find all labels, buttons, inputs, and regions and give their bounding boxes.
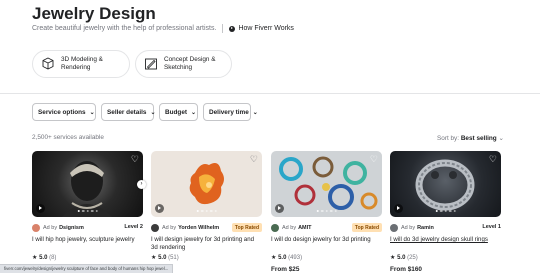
rating-value: 5.0 bbox=[397, 255, 406, 261]
filter-label: Delivery time bbox=[209, 108, 249, 116]
play-video-icon[interactable] bbox=[394, 204, 403, 213]
review-count: (8) bbox=[49, 255, 57, 261]
results-count: 2,500+ services available bbox=[32, 134, 104, 141]
seller-name[interactable]: Yorden Wilhelm bbox=[178, 225, 219, 231]
play-circle-icon bbox=[229, 25, 236, 32]
gig-title[interactable]: I will design jewelry for 3d printing an… bbox=[151, 236, 262, 252]
chevron-down-icon: ⌄ bbox=[191, 109, 197, 116]
review-count: (493) bbox=[288, 255, 303, 261]
gig-card[interactable]: ♡ Ad by Yorden Wilhelm Top Rated I will … bbox=[151, 151, 262, 273]
gig-card[interactable]: ♡ Ad by AMIT Top Rated I will do design … bbox=[271, 151, 382, 273]
filter-budget[interactable]: Budget ⌄ bbox=[159, 103, 198, 121]
seller-row: Ad by Dsignism Level 2 bbox=[32, 223, 143, 233]
pencil-sketch-icon bbox=[142, 55, 160, 73]
gig-price: From $25 bbox=[271, 266, 300, 273]
avatar[interactable] bbox=[151, 224, 159, 232]
page-subtitle: Create beautiful jewelry with the help o… bbox=[32, 25, 217, 32]
filter-label: Budget bbox=[165, 108, 188, 116]
play-video-icon[interactable] bbox=[36, 204, 45, 213]
sort-value: Best selling bbox=[460, 135, 497, 142]
review-count: (51) bbox=[168, 255, 179, 261]
seller-name[interactable]: Dsignism bbox=[59, 225, 84, 231]
seller-row: Ad by AMIT Top Rated bbox=[271, 223, 382, 233]
gig-title[interactable]: I will do 3d jewelry design skull rings bbox=[390, 236, 501, 244]
ad-label: Ad by bbox=[43, 225, 58, 231]
seller-name[interactable]: AMIT bbox=[298, 225, 311, 231]
rating-value: 5.0 bbox=[39, 255, 48, 261]
play-video-icon[interactable] bbox=[275, 204, 284, 213]
gig-thumbnail[interactable]: ♡ bbox=[32, 151, 143, 217]
star-icon: ★ bbox=[151, 255, 157, 261]
rating-value: 5.0 bbox=[278, 255, 287, 261]
top-rated-badge: Top Rated bbox=[231, 223, 262, 232]
how-fiverr-works-link[interactable]: How Fiverr Works bbox=[229, 25, 294, 32]
sort-label: Sort by: bbox=[437, 135, 460, 142]
heart-icon[interactable]: ♡ bbox=[131, 155, 139, 164]
review-count: (25) bbox=[407, 255, 418, 261]
gig-thumbnail[interactable]: ♡ bbox=[390, 151, 501, 217]
chevron-down-icon: ⌄ bbox=[252, 109, 258, 116]
chevron-right-icon[interactable]: › bbox=[137, 180, 146, 189]
seller-level: Level 1 bbox=[482, 224, 501, 230]
category-label: Concept Design & Sketching bbox=[164, 56, 216, 71]
filter-label: Service options bbox=[38, 108, 86, 116]
avatar[interactable] bbox=[32, 224, 40, 232]
carousel-dots bbox=[435, 209, 456, 212]
filter-label: Seller details bbox=[107, 108, 147, 116]
subtitle-row: Create beautiful jewelry with the help o… bbox=[32, 24, 294, 33]
seller-level: Level 2 bbox=[124, 224, 143, 230]
category-3d-modeling[interactable]: 3D Modeling & Rendering bbox=[32, 50, 130, 78]
filter-delivery-time[interactable]: Delivery time ⌄ bbox=[203, 103, 258, 121]
cube-icon bbox=[39, 55, 57, 73]
gig-rating: ★ 5.0 (493) bbox=[271, 254, 302, 261]
star-icon: ★ bbox=[390, 255, 396, 261]
gig-thumbnail[interactable]: ♡ bbox=[271, 151, 382, 217]
gig-thumbnail[interactable]: ♡ bbox=[151, 151, 262, 217]
sort-dropdown[interactable]: Sort by: Best selling ⌄ bbox=[437, 134, 504, 142]
gig-rating: ★ 5.0 (51) bbox=[151, 254, 179, 261]
gig-card[interactable]: ♡ Ad by Dsignism Level 2 I will hip hop … bbox=[32, 151, 143, 273]
seller-name[interactable]: Ramin bbox=[417, 225, 434, 231]
carousel-dots bbox=[196, 209, 217, 212]
play-video-icon[interactable] bbox=[155, 204, 164, 213]
heart-icon[interactable]: ♡ bbox=[489, 155, 497, 164]
ad-label: Ad by bbox=[282, 225, 297, 231]
page-title: Jewelry Design bbox=[32, 4, 156, 23]
gig-price: From $160 bbox=[390, 266, 422, 273]
gig-card[interactable]: ♡ Ad by Ramin Level 1 I will do 3d jewel… bbox=[390, 151, 501, 273]
chevron-down-icon: ⌄ bbox=[150, 109, 156, 116]
rating-value: 5.0 bbox=[158, 255, 167, 261]
star-icon: ★ bbox=[32, 255, 38, 261]
gig-title[interactable]: I will hip hop jewelry, sculpture jewelr… bbox=[32, 236, 143, 244]
category-concept-design[interactable]: Concept Design & Sketching bbox=[135, 50, 232, 78]
status-bar-url: fiverr.com/jewelry/design/jewelry sculpt… bbox=[0, 264, 174, 273]
chevron-down-icon: ⌄ bbox=[498, 135, 504, 142]
carousel-dots bbox=[77, 209, 98, 212]
divider bbox=[222, 24, 224, 33]
category-label: 3D Modeling & Rendering bbox=[61, 56, 103, 71]
seller-row: Ad by Yorden Wilhelm Top Rated bbox=[151, 223, 262, 233]
seller-row: Ad by Ramin Level 1 bbox=[390, 223, 501, 233]
avatar[interactable] bbox=[271, 224, 279, 232]
divider bbox=[0, 93, 540, 94]
gig-rating: ★ 5.0 (25) bbox=[390, 254, 418, 261]
chevron-down-icon: ⌄ bbox=[89, 109, 95, 116]
how-link-label: How Fiverr Works bbox=[238, 25, 294, 32]
ad-label: Ad by bbox=[401, 225, 416, 231]
ad-label: Ad by bbox=[162, 225, 177, 231]
carousel-dots bbox=[316, 209, 337, 212]
heart-icon[interactable]: ♡ bbox=[250, 155, 258, 164]
filter-seller-details[interactable]: Seller details ⌄ bbox=[101, 103, 156, 121]
gig-title[interactable]: I will do design jewelry for 3d printing bbox=[271, 236, 382, 244]
heart-icon[interactable]: ♡ bbox=[370, 155, 378, 164]
gig-rating: ★ 5.0 (8) bbox=[32, 254, 56, 261]
filter-service-options[interactable]: Service options ⌄ bbox=[32, 103, 96, 121]
star-icon: ★ bbox=[271, 255, 277, 261]
avatar[interactable] bbox=[390, 224, 398, 232]
top-rated-badge: Top Rated bbox=[351, 223, 382, 232]
